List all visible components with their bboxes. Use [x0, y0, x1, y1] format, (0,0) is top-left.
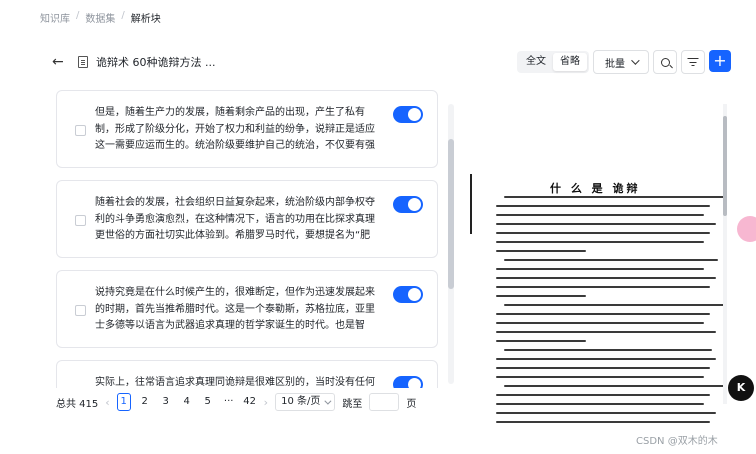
breadcrumb-separator: /	[76, 10, 80, 21]
chunk-list-scrollbar[interactable]	[448, 104, 454, 384]
page-2[interactable]: 2	[138, 394, 152, 410]
chunk-enable-toggle[interactable]	[393, 196, 423, 213]
chunk-list: 但是，随着生产力的发展，随着剩余产品的出现，产生了私有制，形成了阶级分化，开始了…	[56, 88, 440, 388]
breadcrumb-item-kb[interactable]: 知识库	[40, 10, 70, 25]
scanned-text-line	[504, 196, 724, 198]
chunk-card[interactable]: 说持究竟是在什么时候产生的，很难断定，但作为迅速发展起来的时期，首先当推希腊时代…	[56, 270, 438, 348]
preview-scrollbar[interactable]	[723, 104, 727, 404]
chunk-checkbox[interactable]	[75, 305, 86, 316]
scanned-text-line	[496, 295, 586, 297]
page-1[interactable]: 1	[116, 393, 131, 411]
filter-button[interactable]	[681, 50, 705, 74]
chunk-checkbox[interactable]	[75, 125, 86, 136]
scanned-text-line	[504, 259, 718, 261]
document-icon	[78, 56, 88, 68]
scanned-text-line	[496, 250, 586, 252]
scanned-text-line	[496, 286, 710, 288]
chunk-card[interactable]: 随着社会的发展，社会组织日益复杂起来，统治阶级内部争权夺利的斗争勇愈演愈烈，在这…	[56, 180, 438, 258]
chunk-text: 随着社会的发展，社会组织日益复杂起来，统治阶级内部争权夺利的斗争勇愈演愈烈，在这…	[95, 197, 375, 241]
preview-title: 什 么 是 诡辩	[550, 182, 641, 195]
scanned-text-line	[496, 340, 586, 342]
scanned-text-line	[496, 322, 704, 324]
arrow-left-icon[interactable]: ←	[52, 54, 70, 70]
search-button[interactable]	[653, 50, 677, 74]
chunk-enable-toggle[interactable]	[393, 286, 423, 303]
scanned-text-line	[496, 331, 716, 333]
scanned-text-line	[496, 412, 716, 414]
scanned-text-line	[496, 268, 704, 270]
document-preview: 什 么 是 诡辩	[460, 104, 728, 444]
search-icon	[660, 57, 670, 67]
view-toggle: 全文 省略	[517, 51, 589, 73]
chevron-down-icon	[631, 56, 640, 65]
scanned-text-line	[496, 214, 704, 216]
view-toggle-outline[interactable]: 省略	[553, 53, 587, 71]
page-size-value: 10 条/页	[281, 396, 321, 407]
batch-dropdown[interactable]: 批量	[593, 50, 649, 74]
breadcrumb-item-chunks: 解析块	[130, 14, 161, 25]
document-title: 诡辩术 60种诡辩方法 ...	[96, 56, 216, 69]
chunk-checkbox[interactable]	[75, 215, 86, 226]
filter-icon	[687, 58, 699, 67]
scanned-text-line	[504, 385, 724, 387]
watermark: CSDN @双木的木	[636, 436, 718, 447]
page-4[interactable]: 4	[180, 394, 194, 410]
page-suffix: 页	[406, 398, 417, 410]
batch-label: 批量	[605, 58, 625, 70]
scanned-text-line	[496, 232, 710, 234]
page-42[interactable]: 42	[243, 394, 257, 410]
scanned-text-line	[496, 403, 704, 405]
scanned-text-line	[496, 277, 716, 279]
jump-label: 跳至	[342, 398, 363, 410]
scan-border-mark	[470, 174, 472, 234]
scanned-text-line	[496, 376, 704, 378]
chunk-card[interactable]: 但是，随着生产力的发展，随着剩余产品的出现，产生了私有制，形成了阶级分化，开始了…	[56, 90, 438, 168]
chunk-enable-toggle[interactable]	[393, 376, 423, 388]
scanned-text-line	[496, 223, 716, 225]
scanned-text-line	[496, 421, 710, 423]
scanned-text-line	[496, 313, 710, 315]
scanned-text-line	[496, 367, 710, 369]
jump-page-input[interactable]	[369, 393, 400, 411]
assistant-button[interactable]: K	[728, 375, 754, 401]
chevron-down-icon	[324, 397, 332, 405]
flower-icon[interactable]	[737, 216, 756, 242]
breadcrumb-item-dataset[interactable]: 数据集	[85, 10, 115, 25]
breadcrumb: 知识库 / 数据集 / 解析块	[40, 10, 161, 25]
chevron-left-icon[interactable]: ‹	[105, 396, 109, 409]
scrollbar-thumb[interactable]	[723, 116, 727, 216]
breadcrumb-separator: /	[121, 10, 125, 21]
chunk-text: 但是，随着生产力的发展，随着剩余产品的出现，产生了私有制，形成了阶级分化，开始了…	[95, 107, 375, 151]
scanned-text-line	[504, 304, 724, 306]
chunk-text: 实际上，往常语言追求真理同诡辩是很难区别的，当时没有任何标准	[95, 377, 375, 388]
scanned-text-line	[496, 241, 704, 243]
assistant-label: K	[736, 381, 746, 394]
pagination: 总共 415 ‹ 1 2 3 4 5 ··· 42 › 10 条/页 跳至 页	[56, 393, 416, 411]
view-toggle-full[interactable]: 全文	[519, 53, 553, 71]
scanned-text-line	[504, 349, 712, 351]
scanned-text-line	[496, 358, 716, 360]
chevron-right-icon[interactable]: ›	[264, 396, 268, 409]
scrollbar-thumb[interactable]	[448, 139, 454, 289]
page-ellipsis[interactable]: ···	[222, 394, 236, 410]
page-5[interactable]: 5	[201, 394, 215, 410]
page-size-select[interactable]: 10 条/页	[275, 393, 336, 411]
scanned-text-line	[496, 205, 710, 207]
chunk-card[interactable]: 实际上，往常语言追求真理同诡辩是很难区别的，当时没有任何标准	[56, 360, 438, 388]
chunk-text: 说持究竟是在什么时候产生的，很难断定，但作为迅速发展起来的时期，首先当推希腊时代…	[95, 287, 375, 331]
total-count: 总共 415	[56, 398, 99, 410]
scanned-text-line	[496, 394, 710, 396]
add-chunk-button[interactable]: +	[709, 50, 731, 72]
chunk-enable-toggle[interactable]	[393, 106, 423, 123]
plus-icon: +	[713, 51, 727, 70]
page-3[interactable]: 3	[159, 394, 173, 410]
